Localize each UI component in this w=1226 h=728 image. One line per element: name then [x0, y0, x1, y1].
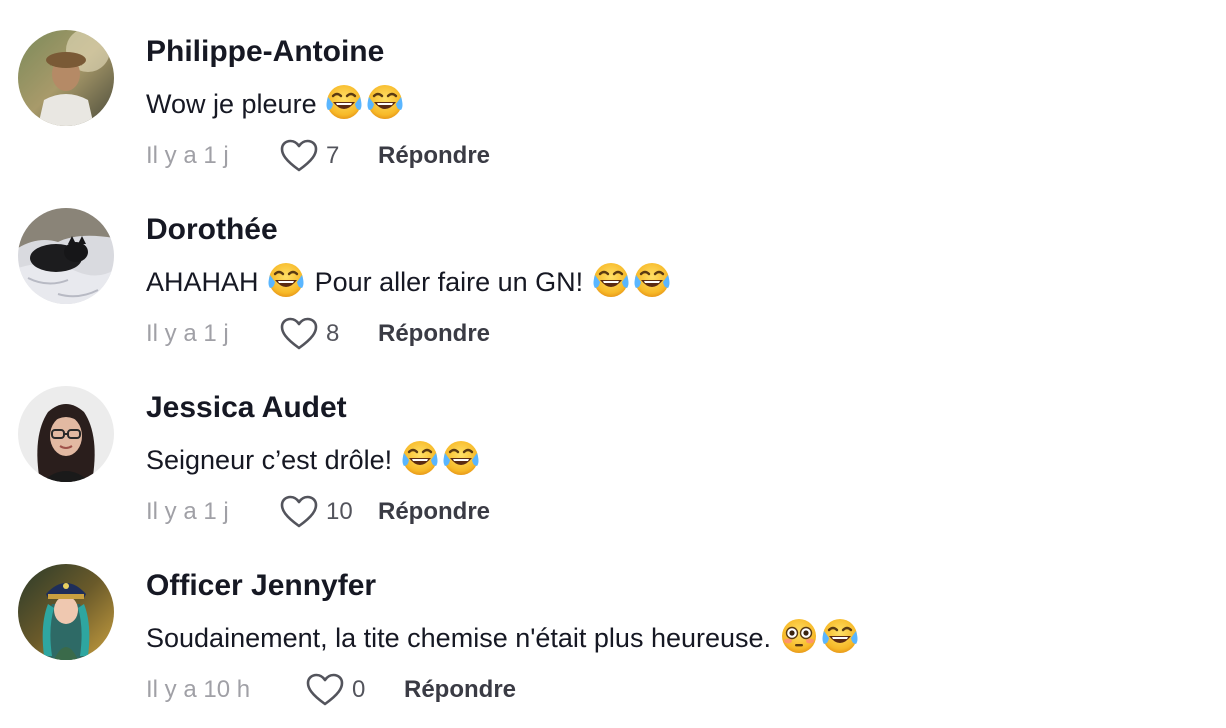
comment-time: Il y a 1 j — [146, 320, 229, 347]
heart-icon[interactable] — [280, 317, 318, 351]
laughing-tears-emoji-icon — [324, 82, 364, 122]
like-button[interactable]: 10 — [280, 495, 378, 529]
flushed-face-emoji-icon — [779, 616, 819, 656]
like-button[interactable]: 8 — [280, 317, 378, 351]
avatar[interactable] — [18, 208, 114, 304]
comment-text: AHAHAH Pour aller faire un GN! — [146, 260, 673, 302]
comment-text: Wow je pleure — [146, 82, 406, 124]
comment-item: Officer Jennyfer Soudainement, la tite c… — [0, 534, 1226, 712]
comment-text: Soudainement, la tite chemise n'était pl… — [146, 616, 861, 658]
comment-time: Il y a 1 j — [146, 498, 229, 525]
laughing-tears-emoji-icon — [632, 260, 672, 300]
comment-author[interactable]: Officer Jennyfer — [146, 566, 376, 606]
laughing-tears-emoji-icon — [266, 260, 306, 300]
like-count: 10 — [326, 498, 353, 525]
reply-button[interactable]: Répondre — [378, 142, 490, 170]
laughing-tears-emoji-icon — [820, 616, 860, 656]
reply-button[interactable]: Répondre — [404, 676, 516, 704]
heart-icon[interactable] — [306, 673, 344, 707]
like-button[interactable]: 7 — [280, 139, 378, 173]
comment-text: Seigneur c’est drôle! — [146, 438, 482, 480]
comment-meta: Il y a 1 j 8 Répondre — [146, 314, 490, 354]
reply-button[interactable]: Répondre — [378, 320, 490, 348]
comment-item: Philippe-Antoine Wow je pleure Il y a 1 … — [0, 0, 1226, 178]
heart-icon[interactable] — [280, 139, 318, 173]
black-cat-photo-icon — [18, 208, 114, 304]
comment-text-content: AHAHAH — [146, 267, 259, 297]
like-count: 8 — [326, 320, 340, 347]
laughing-tears-emoji-icon — [441, 438, 481, 478]
like-count: 0 — [352, 676, 366, 703]
comment-text-content: Wow je pleure — [146, 89, 317, 119]
comment-text-content: Pour aller faire un GN! — [314, 267, 584, 297]
reply-button[interactable]: Répondre — [378, 498, 490, 526]
woman-glasses-photo-icon — [18, 386, 114, 482]
laughing-tears-emoji-icon — [365, 82, 405, 122]
costumed-woman-photo-icon — [18, 564, 114, 660]
avatar[interactable] — [18, 564, 114, 660]
comment-time: Il y a 1 j — [146, 142, 229, 169]
comment-author[interactable]: Dorothée — [146, 210, 278, 250]
comment-item: Dorothée AHAHAH Pour aller faire un GN! … — [0, 178, 1226, 356]
comment-time: Il y a 10 h — [146, 676, 251, 703]
like-button[interactable]: 0 — [306, 673, 404, 707]
comment-meta: Il y a 1 j 7 Répondre — [146, 136, 490, 176]
comment-author[interactable]: Philippe-Antoine — [146, 32, 384, 72]
comment-item: Jessica Audet Seigneur c’est drôle! Il y… — [0, 356, 1226, 534]
avatar[interactable] — [18, 386, 114, 482]
laughing-tears-emoji-icon — [591, 260, 631, 300]
comment-meta: Il y a 1 j 10 Répondre — [146, 492, 490, 532]
heart-icon[interactable] — [280, 495, 318, 529]
comment-meta: Il y a 10 h 0 Répondre — [146, 670, 516, 710]
laughing-tears-emoji-icon — [400, 438, 440, 478]
comment-author[interactable]: Jessica Audet — [146, 388, 347, 428]
like-count: 7 — [326, 142, 340, 169]
person-outdoors-photo-icon — [18, 30, 114, 126]
comment-text-content: Seigneur c’est drôle! — [146, 445, 393, 475]
avatar[interactable] — [18, 30, 114, 126]
comment-text-content: Soudainement, la tite chemise n'était pl… — [146, 623, 772, 653]
